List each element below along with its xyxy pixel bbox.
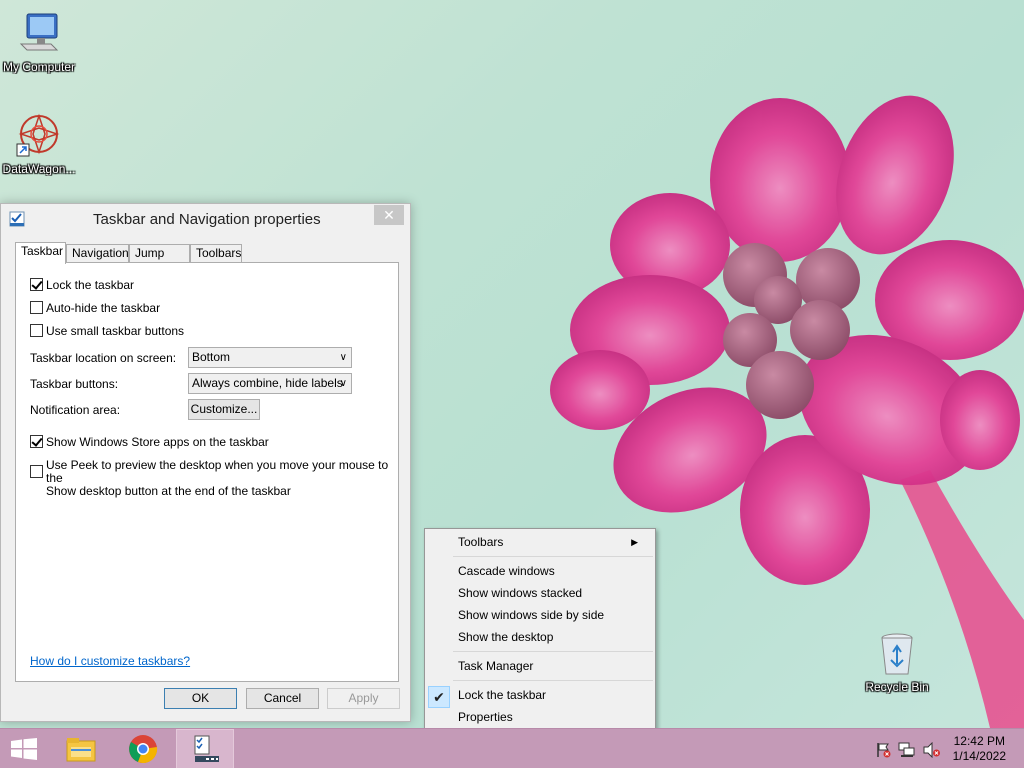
desktop-icon-label: My Computer xyxy=(2,60,76,74)
close-button[interactable]: ✕ xyxy=(374,205,404,225)
menu-separator xyxy=(453,680,653,681)
taskbar-buttons-dropdown[interactable]: Always combine, hide labels ∨ xyxy=(188,373,352,394)
help-link[interactable]: How do I customize taskbars? xyxy=(30,654,190,668)
tab-jump-lists[interactable]: Jump Lists xyxy=(129,244,190,277)
option-label: Use Peek to preview the desktop when you… xyxy=(46,458,389,485)
network-icon[interactable] xyxy=(898,742,916,758)
menu-separator xyxy=(453,651,653,652)
system-clock[interactable]: 12:42 PM 1/14/2022 xyxy=(953,734,1006,764)
auto-hide-option[interactable]: Auto-hide the taskbar xyxy=(30,301,160,315)
store-apps-option[interactable]: Show Windows Store apps on the taskbar xyxy=(30,435,269,449)
check-icon: ✔ xyxy=(428,686,450,708)
chrome-icon xyxy=(129,735,158,763)
taskbar-context-menu: Toolbars ▶ Cascade windows Show windows … xyxy=(424,528,656,731)
dialog-title: Taskbar and Navigation properties xyxy=(93,211,321,228)
taskbar-properties-icon xyxy=(9,211,25,227)
taskbar: 12:42 PM 1/14/2022 xyxy=(0,728,1024,768)
menu-item-lock-taskbar[interactable]: Lock the taskbar xyxy=(458,685,648,705)
desktop-icon-label: Recycle Bin xyxy=(865,680,929,694)
menu-separator xyxy=(453,556,653,557)
menu-item-label: Toolbars xyxy=(458,535,504,549)
datawagon-icon xyxy=(16,113,60,157)
taskbar-properties-icon xyxy=(194,735,219,762)
option-label: Auto-hide the taskbar xyxy=(46,301,161,315)
dialog-titlebar[interactable]: Taskbar and Navigation properties ✕ xyxy=(1,204,410,234)
file-explorer-icon xyxy=(66,738,96,762)
taskbar-file-explorer[interactable] xyxy=(52,729,110,768)
taskbar-tab-panel: Lock the taskbar Auto-hide the taskbar U… xyxy=(15,262,399,682)
location-value: Bottom xyxy=(192,350,231,364)
desktop-icon-recycle-bin[interactable]: Recycle Bin xyxy=(857,630,937,694)
cancel-button[interactable]: Cancel xyxy=(246,688,319,709)
auto-hide-checkbox[interactable] xyxy=(30,301,43,315)
start-icon xyxy=(11,738,37,760)
menu-item-show-windows-stacked[interactable]: Show windows stacked xyxy=(458,583,648,603)
chevron-down-icon: ∨ xyxy=(339,378,347,389)
menu-item-cascade-windows[interactable]: Cascade windows xyxy=(458,561,648,581)
store-apps-checkbox[interactable] xyxy=(30,435,43,449)
menu-item-toolbars[interactable]: Toolbars ▶ xyxy=(458,532,648,552)
recycle-bin-icon xyxy=(881,633,913,675)
chevron-down-icon: ∨ xyxy=(339,352,347,363)
tab-taskbar[interactable]: Taskbar xyxy=(15,242,66,264)
customize-button[interactable]: Customize... xyxy=(188,399,260,420)
option-label: Show Windows Store apps on the taskbar xyxy=(46,435,269,449)
desktop-icon-datawagon[interactable]: DataWagon... xyxy=(0,112,79,176)
location-dropdown[interactable]: Bottom ∨ xyxy=(188,347,352,368)
option-label: Show desktop button at the end of the ta… xyxy=(46,484,291,498)
tab-navigation[interactable]: Navigation xyxy=(66,244,129,263)
clock-date: 1/14/2022 xyxy=(952,749,1006,763)
desktop-icon-my-computer[interactable]: My Computer xyxy=(0,10,79,74)
lock-taskbar-checkbox[interactable] xyxy=(30,278,43,292)
menu-item-properties[interactable]: Properties xyxy=(458,707,648,727)
small-buttons-checkbox[interactable] xyxy=(30,324,43,338)
option-label: Use small taskbar buttons xyxy=(46,324,185,338)
volume-muted-icon[interactable] xyxy=(923,742,941,758)
computer-icon xyxy=(19,13,59,51)
start-button[interactable] xyxy=(0,729,48,768)
taskbar-properties-dialog: Taskbar and Navigation properties ✕ Task… xyxy=(0,203,411,722)
taskbar-chrome[interactable] xyxy=(114,729,172,768)
menu-item-show-desktop[interactable]: Show the desktop xyxy=(458,627,648,647)
notification-tray xyxy=(873,729,943,768)
location-label: Taskbar location on screen: xyxy=(30,351,177,365)
taskbar-properties-window[interactable] xyxy=(176,729,234,768)
tab-toolbars[interactable]: Toolbars xyxy=(190,244,242,263)
lock-taskbar-option[interactable]: Lock the taskbar xyxy=(30,278,134,292)
chevron-right-icon: ▶ xyxy=(631,537,638,547)
apply-button[interactable]: Apply xyxy=(327,688,400,709)
buttons-label: Taskbar buttons: xyxy=(30,377,119,391)
menu-item-task-manager[interactable]: Task Manager xyxy=(458,656,648,676)
peek-option[interactable]: Use Peek to preview the desktop when you… xyxy=(30,459,390,498)
small-buttons-option[interactable]: Use small taskbar buttons xyxy=(30,324,184,338)
action-center-flag-icon[interactable] xyxy=(875,742,891,758)
buttons-value: Always combine, hide labels xyxy=(192,376,343,390)
clock-time: 12:42 PM xyxy=(953,734,1005,748)
option-label: Lock the taskbar xyxy=(46,278,135,292)
desktop-icon-label: DataWagon... xyxy=(2,162,76,176)
menu-item-show-side-by-side[interactable]: Show windows side by side xyxy=(458,605,648,625)
peek-checkbox[interactable] xyxy=(30,465,43,478)
close-icon: ✕ xyxy=(383,207,395,223)
ok-button[interactable]: OK xyxy=(164,688,237,709)
notification-label: Notification area: xyxy=(30,403,121,417)
